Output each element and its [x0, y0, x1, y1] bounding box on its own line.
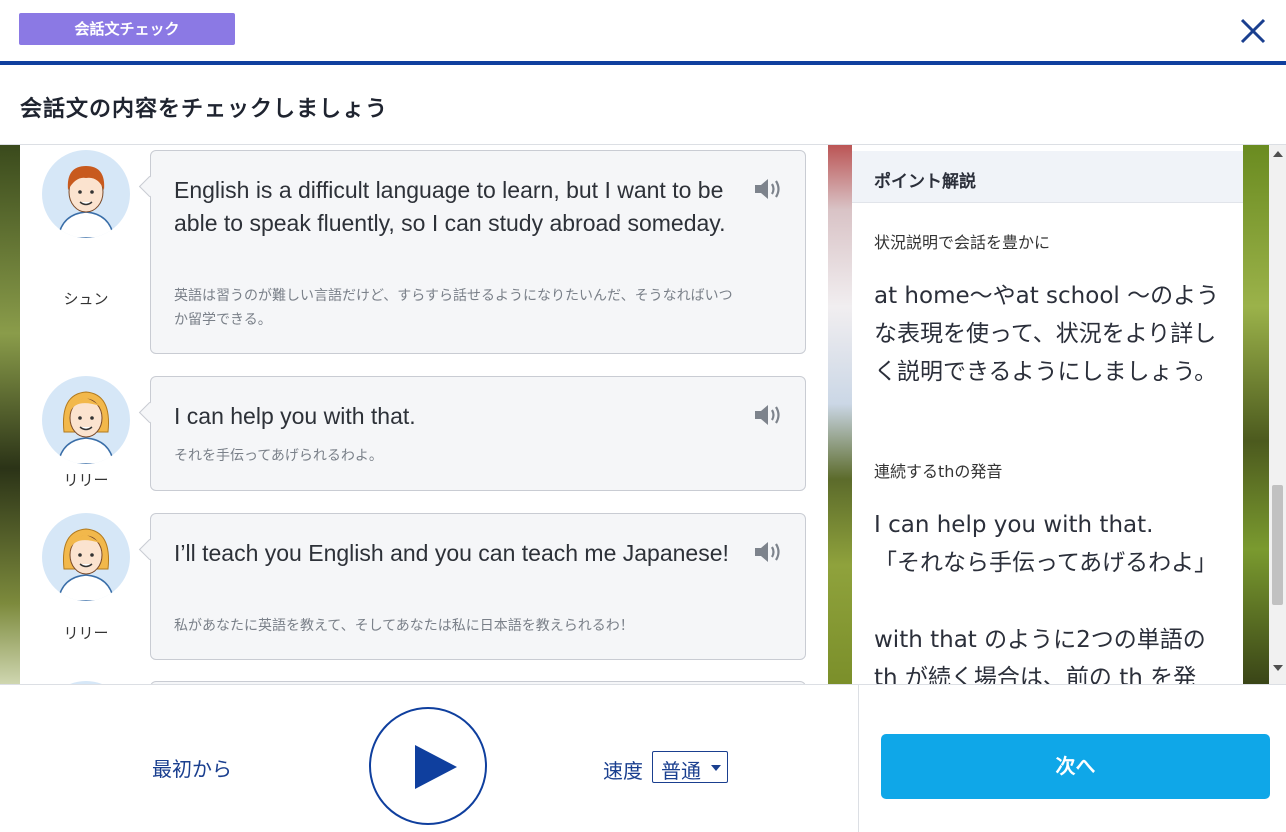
background-photo-right [1243, 145, 1269, 684]
content-area: シュン English is a difficult language to l… [0, 145, 1286, 684]
speaker-name: リリー [63, 624, 109, 642]
message-japanese: それを手伝ってあげられるわよ。 [174, 448, 383, 464]
speaker-name: リリー [63, 471, 109, 489]
message-japanese: 英語は習うのが難しい言語だけど、すらすら話せるようになりたいんだ、そうなればいつ… [174, 288, 733, 328]
message-bubble: English is a difficult language to learn… [150, 150, 806, 354]
point-explanation-panel[interactable]: ポイント解説 状況説明で会話を豊かに at home〜やat school 〜の… [852, 145, 1243, 684]
footer-divider [858, 685, 859, 832]
message-bubble: I can help you with that. それを手伝ってあげられるわよ… [150, 376, 806, 491]
player-footer: 最初から 速度 普通 次へ [0, 684, 1286, 832]
section-body-line: with that のように2つの単語のth が続く場合は、前の th を発 [874, 627, 1206, 684]
speed-select[interactable]: 普通 [652, 751, 728, 783]
speaker-name: シュン [63, 290, 109, 308]
section-body-line: I can help you with that. [874, 512, 1154, 538]
message-english: I’ll teach you English and you can teach… [174, 540, 729, 566]
panel-heading: ポイント解説 [874, 172, 976, 192]
top-bar: 会話文チェック [0, 0, 1286, 61]
scroll-thumb[interactable] [1272, 485, 1283, 605]
page-subheader: 会話文の内容をチェックしましょう [0, 65, 1286, 145]
play-button[interactable] [369, 707, 487, 825]
message-bubble: I’ll teach you English and you can teach… [150, 513, 806, 660]
section-title: 状況説明で会話を豊かに [874, 233, 1051, 252]
chevron-down-icon [711, 765, 721, 771]
scroll-up-icon[interactable] [1273, 151, 1283, 157]
section-body-line: 「それなら手伝ってあげるわよ」 [874, 550, 1218, 576]
speaker-icon[interactable] [752, 538, 784, 566]
close-icon[interactable] [1236, 14, 1270, 48]
panel-scrollbar[interactable] [1269, 145, 1286, 684]
scroll-down-icon[interactable] [1273, 665, 1283, 671]
message-english: I can help you with that. [174, 403, 416, 429]
conversation-list[interactable]: シュン English is a difficult language to l… [20, 145, 828, 684]
speaker-icon[interactable] [752, 175, 784, 203]
background-photo-mid [828, 145, 852, 684]
message-english: English is a difficult language to learn… [174, 177, 726, 236]
page-title: 会話文の内容をチェックしましょう [20, 97, 389, 122]
avatar-lily [42, 513, 130, 601]
avatar-lily [42, 376, 130, 464]
speaker-icon[interactable] [752, 401, 784, 429]
speed-label: 速度 [603, 759, 643, 783]
section-body: at home〜やat school 〜のような表現を使って、状況をより詳しく説… [874, 283, 1220, 385]
speed-value: 普通 [661, 759, 701, 783]
play-icon [415, 745, 457, 789]
next-button[interactable]: 次へ [881, 734, 1270, 799]
avatar-shun [42, 150, 130, 238]
section-title: 連続するthの発音 [874, 462, 1003, 481]
background-photo-left [0, 145, 20, 684]
message-japanese: 私があなたに英語を教えて、そしてあなたは私に日本語を教えられるわ！ [174, 618, 634, 634]
panel-header: ポイント解説 [852, 151, 1243, 203]
mode-badge: 会話文チェック [19, 13, 235, 45]
from-start-button[interactable]: 最初から [152, 753, 232, 782]
